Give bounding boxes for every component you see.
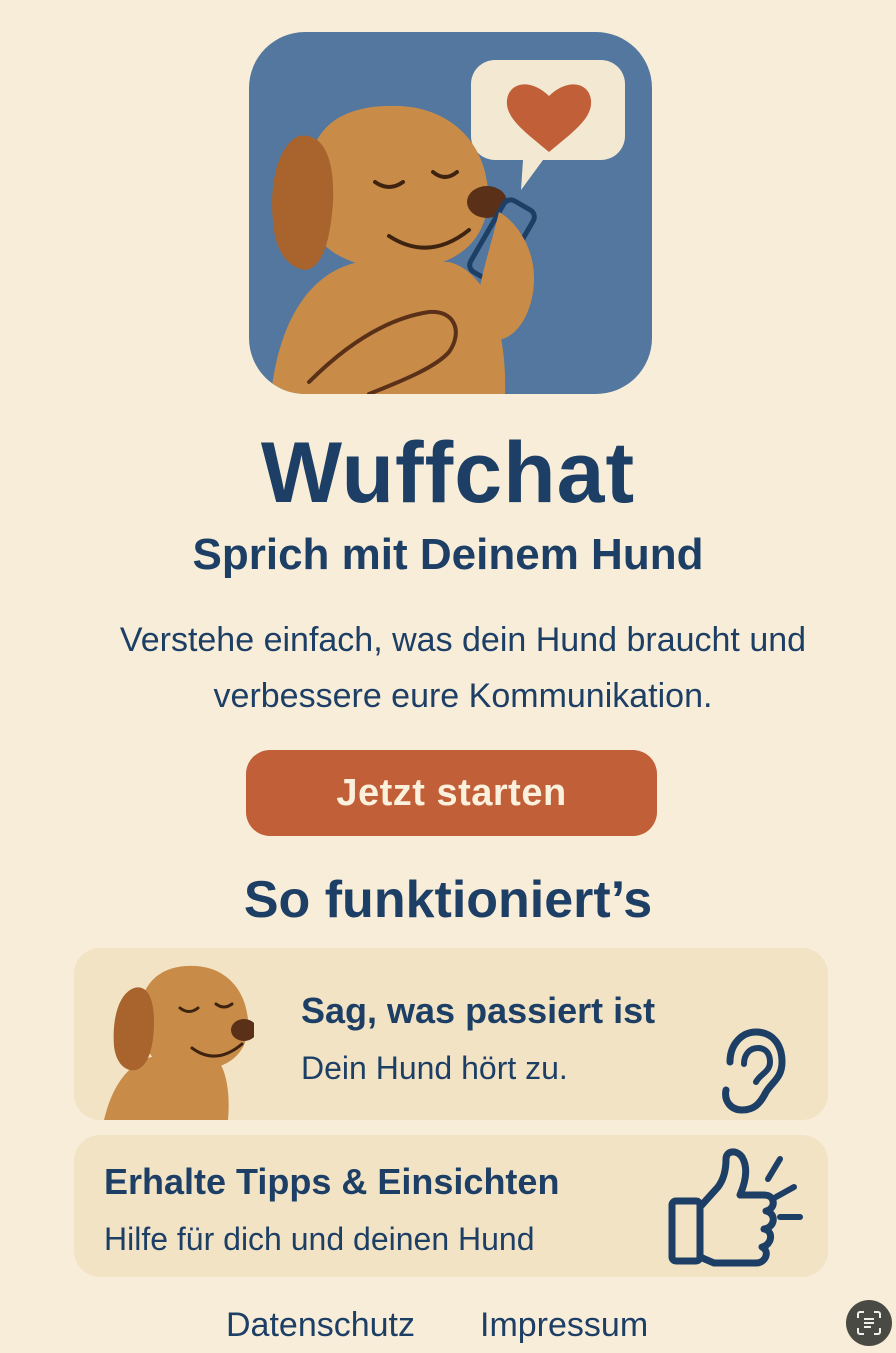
step-title: Erhalte Tipps & Einsichten	[104, 1161, 560, 1202]
thumbs-up-icon	[668, 1148, 803, 1267]
imprint-link[interactable]: Impressum	[480, 1306, 648, 1345]
step-text: Dein Hund hört zu.	[301, 1050, 568, 1086]
step-text: Hilfe für dich und deinen Hund	[104, 1221, 535, 1257]
dog-icon	[104, 965, 254, 1120]
app-title: Wuffchat	[260, 425, 636, 521]
tagline: Sprich mit Deinem Hund	[192, 530, 704, 579]
step-card-1: Sag, was passiert ist Dein Hund hört zu.	[74, 948, 828, 1120]
privacy-link[interactable]: Datenschutz	[226, 1306, 415, 1345]
step-card-2: Erhalte Tipps & Einsichten Hilfe für dic…	[74, 1135, 828, 1277]
hero-description: Verstehe einfach, was dein Hund braucht …	[119, 621, 807, 715]
how-it-works-heading: So funktioniert’s	[243, 871, 653, 929]
scan-icon	[857, 1311, 881, 1335]
step-title: Sag, was passiert ist	[301, 990, 656, 1031]
ear-icon	[722, 1028, 786, 1114]
start-button[interactable]: Jetzt starten	[246, 750, 657, 836]
scan-button[interactable]	[846, 1300, 892, 1346]
dog-phone-illustration	[249, 32, 652, 394]
app-logo	[249, 32, 652, 394]
landing-page: Wuffchat Sprich mit Deinem Hund Verstehe…	[0, 0, 896, 1353]
